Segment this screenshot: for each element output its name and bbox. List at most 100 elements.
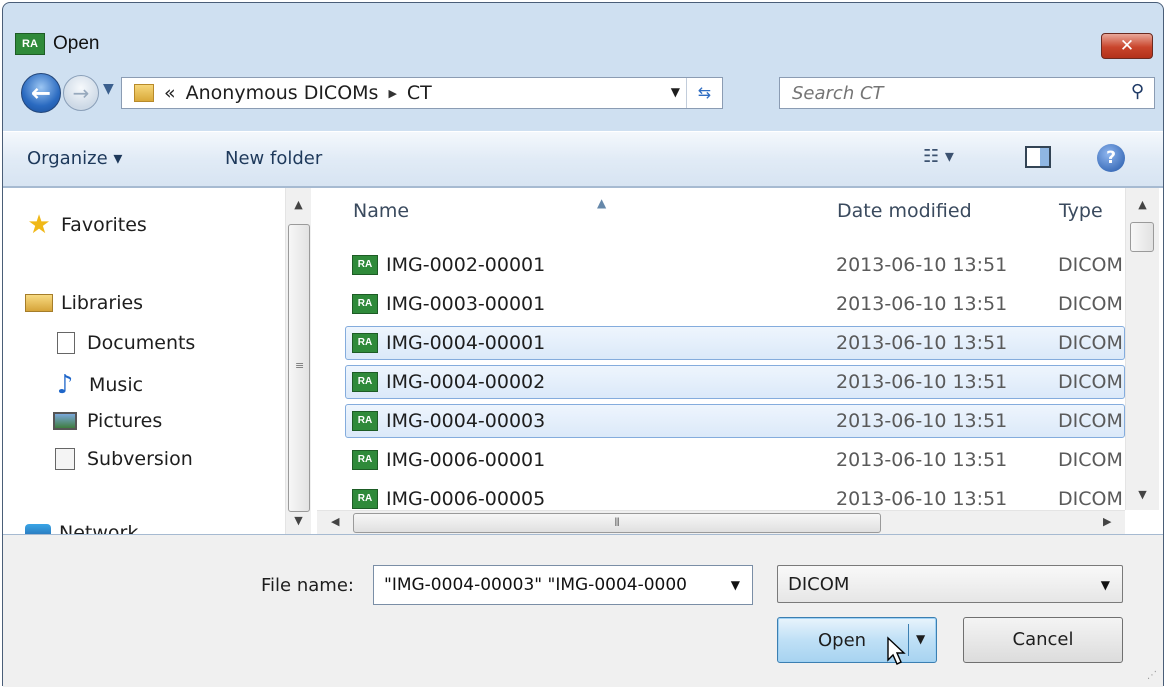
file-type-select[interactable]: DICOM ▼ (777, 565, 1123, 603)
scroll-up-icon[interactable]: ▲ (286, 198, 311, 211)
column-header-name[interactable]: Name ▲ (353, 196, 606, 222)
back-button[interactable]: ← (21, 73, 61, 113)
file-row[interactable]: RA IMG-0006-00005 2013-06-10 13:51 DICOM (345, 482, 1125, 510)
sidebar-item-label: Documents (87, 332, 196, 354)
scrollbar-thumb[interactable]: ⦀ (353, 513, 881, 533)
forward-button[interactable]: → (63, 75, 99, 111)
folder-icon (134, 84, 154, 102)
change-view-button[interactable]: ☷ ▾ (923, 146, 954, 167)
dicom-file-icon: RA (352, 489, 378, 509)
search-icon[interactable]: ⚲ (1131, 81, 1144, 102)
file-type: DICOM (1058, 293, 1123, 315)
address-dropdown-icon[interactable]: ▼ (671, 85, 680, 99)
document-icon (55, 448, 75, 470)
breadcrumb-anonymous-dicoms[interactable]: Anonymous DICOMs (186, 82, 379, 104)
sidebar-item-libraries[interactable]: Libraries (25, 292, 143, 314)
command-bar: Organize ▾ New folder ☷ ▾ ? (3, 131, 1163, 187)
file-name-input[interactable] (374, 566, 714, 604)
scroll-down-icon[interactable]: ▼ (1126, 488, 1159, 501)
sidebar-item-network[interactable]: Network (25, 522, 138, 534)
file-name: IMG-0006-00005 (386, 488, 546, 510)
file-row[interactable]: RA IMG-0004-00002 2013-06-10 13:51 DICOM (345, 365, 1125, 399)
sidebar-item-label: Network (59, 522, 139, 534)
file-date-modified: 2013-06-10 13:51 (836, 293, 1008, 315)
file-type: DICOM (1058, 488, 1123, 510)
file-list: Name ▲ Date modified Type RA IMG-0002-000… (317, 188, 1125, 510)
close-button[interactable]: ✕ (1101, 33, 1153, 59)
sidebar-item-music[interactable]: ♪ Music (49, 370, 143, 400)
sidebar-item-pictures[interactable]: Pictures (49, 410, 162, 432)
search-input[interactable] (780, 78, 1110, 108)
sidebar-item-documents[interactable]: Documents (49, 332, 195, 354)
breadcrumb-ct[interactable]: CT (407, 82, 432, 104)
file-row[interactable]: RA IMG-0003-00001 2013-06-10 13:51 DICOM (345, 287, 1125, 321)
file-type: DICOM (1058, 371, 1123, 393)
file-date-modified: 2013-06-10 13:51 (836, 488, 1008, 510)
file-name-combobox: ▼ (373, 565, 753, 605)
scroll-right-icon[interactable]: ▶ (1103, 515, 1111, 528)
dicom-file-icon: RA (352, 372, 378, 392)
open-button[interactable]: Open ▼ (777, 617, 937, 665)
file-list-vertical-scrollbar[interactable]: ▲ ▼ (1125, 188, 1159, 510)
dialog-footer: File name: ▼ DICOM ▼ Open ▼ Cancel ⋰ (3, 535, 1163, 687)
document-icon (57, 332, 75, 354)
dicom-file-icon: RA (352, 333, 378, 353)
navigation-scrollbar[interactable]: ▲ ≡ ▼ (285, 188, 311, 534)
recent-pages-dropdown-icon[interactable]: ▼ (103, 81, 114, 97)
file-date-modified: 2013-06-10 13:51 (836, 449, 1008, 471)
chevron-down-icon[interactable]: ▼ (1101, 578, 1110, 592)
split-divider (908, 624, 909, 656)
file-name: IMG-0004-00003 (386, 410, 546, 432)
column-header-label: Name (353, 200, 410, 222)
dicom-file-icon: RA (352, 294, 378, 314)
address-bar[interactable]: « Anonymous DICOMs ▶ CT ▼ ⇆ (121, 77, 723, 109)
scrollbar-thumb[interactable] (1130, 222, 1154, 252)
file-type: DICOM (1058, 410, 1123, 432)
new-folder-button[interactable]: New folder (225, 148, 322, 169)
file-row[interactable]: RA IMG-0004-00001 2013-06-10 13:51 DICOM (345, 326, 1125, 360)
chevron-down-icon[interactable]: ▼ (916, 632, 925, 646)
column-header-type[interactable]: Type (1059, 200, 1103, 222)
file-date-modified: 2013-06-10 13:51 (836, 410, 1008, 432)
scroll-up-icon[interactable]: ▲ (1126, 198, 1159, 211)
file-list-horizontal-scrollbar[interactable]: ◀ ⦀ ▶ (317, 510, 1125, 534)
search-box: ⚲ (779, 77, 1155, 109)
organize-menu-button[interactable]: Organize ▾ (27, 148, 122, 169)
sidebar-item-favorites[interactable]: ★ Favorites (25, 210, 147, 240)
chevron-right-icon[interactable]: ▶ (388, 87, 396, 100)
file-name: IMG-0004-00001 (386, 332, 546, 354)
sidebar-item-subversion[interactable]: Subversion (49, 448, 193, 470)
file-name: IMG-0004-00002 (386, 371, 546, 393)
chevron-down-icon[interactable]: ▼ (731, 578, 740, 592)
open-button-label: Open (818, 630, 867, 651)
file-row[interactable]: RA IMG-0002-00001 2013-06-10 13:51 DICOM (345, 248, 1125, 282)
file-name-label: File name: (261, 575, 354, 596)
resize-grip-icon[interactable]: ⋰ (1147, 670, 1157, 681)
refresh-icon[interactable]: ⇆ (686, 78, 722, 108)
file-date-modified: 2013-06-10 13:51 (836, 332, 1008, 354)
preview-pane-icon[interactable] (1025, 146, 1051, 168)
help-icon[interactable]: ? (1097, 144, 1125, 172)
star-icon: ★ (27, 210, 51, 240)
column-header-date[interactable]: Date modified (837, 200, 972, 222)
file-date-modified: 2013-06-10 13:51 (836, 371, 1008, 393)
file-row[interactable]: RA IMG-0004-00003 2013-06-10 13:51 DICOM (345, 404, 1125, 438)
dicom-file-icon: RA (352, 450, 378, 470)
sidebar-item-label: Favorites (61, 214, 147, 236)
app-icon: RA (15, 33, 45, 55)
file-type-value: DICOM (788, 574, 850, 595)
file-type: DICOM (1058, 332, 1123, 354)
file-name: IMG-0006-00001 (386, 449, 546, 471)
scroll-down-icon[interactable]: ▼ (286, 514, 311, 527)
breadcrumb-overflow[interactable]: « (164, 82, 176, 104)
scrollbar-thumb[interactable]: ≡ (288, 224, 310, 512)
window-title: Open (53, 33, 100, 54)
sidebar-item-label: Subversion (87, 448, 193, 470)
file-type: DICOM (1058, 254, 1123, 276)
scroll-left-icon[interactable]: ◀ (331, 515, 339, 528)
sidebar-item-label: Music (89, 374, 144, 396)
file-row[interactable]: RA IMG-0006-00001 2013-06-10 13:51 DICOM (345, 443, 1125, 477)
music-icon: ♪ (56, 370, 74, 400)
navigation-bar: ← → ▼ « Anonymous DICOMs ▶ CT ▼ ⇆ ⚲ (3, 71, 1163, 117)
cancel-button[interactable]: Cancel (963, 617, 1123, 663)
